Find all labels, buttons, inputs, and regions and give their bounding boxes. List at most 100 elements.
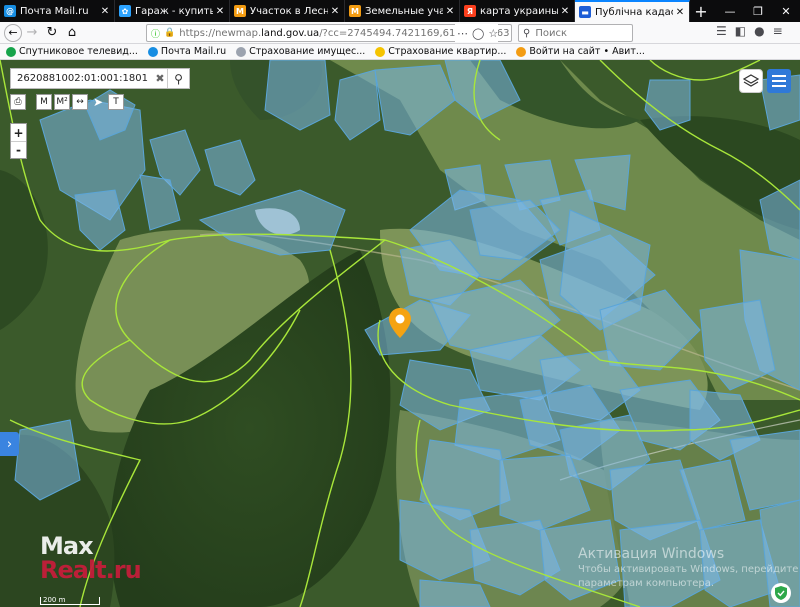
bookmark-favicon-icon <box>147 46 158 57</box>
bookmark-label: Спутниковое телевид... <box>19 46 138 57</box>
tab-title: карта украины кадаст <box>480 5 558 17</box>
activation-line-1: Чтобы активировать Windows, перейдите <box>578 564 799 575</box>
bookmark-label: Почта Mail.ru <box>160 46 227 57</box>
lock-icon: 🔒 <box>164 28 176 38</box>
home-button[interactable]: ⌂ <box>62 23 82 43</box>
browser-tab[interactable]: ▬ Публічна кадастрова к✕ <box>575 0 690 22</box>
tab-title: Почта Mail.ru <box>20 5 89 17</box>
browser-tab[interactable]: M Участок в Лесниках 20✕ <box>230 0 345 22</box>
browser-tab[interactable]: ✿ Гараж - купить, прода✕ <box>115 0 230 22</box>
window-controls: — ❐ ✕ <box>716 0 800 22</box>
zoom-out-button[interactable]: - <box>11 141 26 158</box>
layers-icon <box>743 74 759 87</box>
menu-button[interactable] <box>767 69 791 93</box>
bookmark-label: Страхование имущес... <box>249 46 366 57</box>
search-icon: ⚲ <box>523 27 531 39</box>
watermark-logo: Max Realt.ru <box>40 532 142 584</box>
toolbar-right: ☰ ◧ ● ≡ <box>716 24 783 38</box>
measure-line-icon[interactable]: M <box>36 94 52 110</box>
info-icon[interactable]: ⓘ <box>151 27 160 40</box>
tab-close-icon[interactable]: ✕ <box>445 6 455 17</box>
cadastral-number-value[interactable]: 2620881002:01:001:1801 <box>11 73 153 84</box>
tab-close-icon[interactable]: ✕ <box>560 6 570 17</box>
url-domain: land.gov.ua <box>261 27 320 39</box>
printer-icon[interactable]: ⎙ <box>10 94 26 110</box>
watermark-part-1: Max <box>40 532 94 560</box>
maximize-icon[interactable]: ❐ <box>744 0 772 22</box>
account-icon[interactable]: ● <box>754 24 764 38</box>
menu-icon-bar <box>772 75 786 77</box>
side-panel-toggle[interactable]: › <box>0 432 19 456</box>
bookmark-favicon-icon <box>6 46 16 57</box>
tab-close-icon[interactable]: ✕ <box>215 6 225 17</box>
info-icon[interactable]: T <box>108 94 124 110</box>
menu-icon-bar <box>772 85 786 87</box>
reload-button[interactable]: ↻ <box>42 23 62 43</box>
shield-glyph <box>775 586 787 600</box>
bookmark-item[interactable]: Войти на сайт • Авит... <box>516 46 645 57</box>
zoom-control: + - <box>10 123 27 159</box>
cadastral-number-search[interactable]: 2620881002:01:001:1801 ✖ ⚲ <box>10 68 190 89</box>
watermark-part-2: Realt.ru <box>40 556 142 584</box>
bookmark-label: Войти на сайт • Авит... <box>529 46 645 57</box>
url-actions: ⋯ ◯ ☆ <box>455 24 499 42</box>
app-menu-icon[interactable]: ≡ <box>773 24 783 38</box>
measure-area-icon[interactable]: M² <box>54 94 70 110</box>
menu-icon-bar <box>772 80 786 82</box>
windows-activation-notice: Активация Windows Чтобы активировать Win… <box>578 546 798 590</box>
clear-icon[interactable]: ✖ <box>153 72 167 85</box>
tab-favicon-icon: ✿ <box>119 5 131 17</box>
close-window-icon[interactable]: ✕ <box>772 0 800 22</box>
tab-close-icon[interactable]: ✕ <box>675 7 685 18</box>
tab-favicon-icon: ▬ <box>579 6 591 18</box>
layers-button[interactable] <box>739 69 763 93</box>
bookmark-item[interactable]: Страхование имущес... <box>236 46 365 57</box>
back-button[interactable]: ← <box>4 23 22 42</box>
map-canvas[interactable]: 2620881002:01:001:1801 ✖ ⚲ ⎙ M M² ↔ ➤ T … <box>0 60 800 607</box>
tab-favicon-icon: M <box>234 5 246 17</box>
search-input[interactable]: ⚲ Поиск <box>518 24 633 42</box>
browser-tab[interactable]: @ Почта Mail.ru ✕ <box>0 0 115 22</box>
search-button[interactable]: ⚲ <box>167 69 189 88</box>
bookmark-favicon-icon <box>236 46 247 57</box>
ruler-icon[interactable]: ↔ <box>72 94 88 110</box>
browser-tab[interactable]: M Земельные участки в✕ <box>345 0 460 22</box>
bookmark-item[interactable]: Почта Mail.ru <box>147 46 227 57</box>
map-toolbar: ⎙ M M² ↔ ➤ T <box>10 94 124 110</box>
location-pin-icon[interactable] <box>389 308 411 338</box>
shield-check-icon[interactable] <box>771 583 791 603</box>
bookmark-star-icon[interactable]: ☆ <box>488 27 498 40</box>
new-tab-button[interactable]: + <box>690 0 712 22</box>
bookmark-favicon-icon <box>375 46 386 57</box>
tab-title: Гараж - купить, прода <box>135 5 213 17</box>
search-icon: ⚲ <box>174 71 183 86</box>
tab-close-icon[interactable]: ✕ <box>330 6 340 17</box>
library-icon[interactable]: ☰ <box>716 24 727 38</box>
tab-favicon-icon: Я <box>464 5 476 17</box>
minimize-icon[interactable]: — <box>716 0 744 22</box>
scale-bar: 200 m <box>40 597 100 605</box>
forward-button[interactable]: → <box>22 23 42 43</box>
tab-close-icon[interactable]: ✕ <box>100 6 110 17</box>
tab-title: Земельные участки в <box>365 5 443 17</box>
tab-title: Участок в Лесниках 20 <box>250 5 328 17</box>
zoom-in-button[interactable]: + <box>11 124 26 141</box>
tab-bar: @Почта Mail.ru✕✿Гараж - купить, прода✕MУ… <box>0 0 800 22</box>
pointer-icon[interactable]: ➤ <box>90 94 106 110</box>
bookmark-label: Страхование квартир... <box>388 46 507 57</box>
more-actions-icon[interactable]: ⋯ <box>457 27 468 40</box>
bookmark-item[interactable]: Спутниковое телевид... <box>6 46 138 57</box>
activation-line-2: параметрам компьютера. <box>578 578 715 589</box>
sidebar-icon[interactable]: ◧ <box>735 24 746 38</box>
navigation-bar: ← → ↻ ⌂ ⓘ 🔒 https://newmap. land.gov.ua/?… <box>0 22 800 44</box>
tab-favicon-icon: @ <box>4 5 16 17</box>
pocket-icon[interactable]: ◯ <box>472 27 484 40</box>
search-placeholder: Поиск <box>535 27 568 39</box>
activation-title: Активация Windows <box>578 546 725 562</box>
bookmark-favicon-icon <box>516 46 527 57</box>
bookmarks-bar: Спутниковое телевид... Почта Mail.ru Страх… <box>0 44 800 60</box>
tab-title: Публічна кадастрова к <box>595 6 673 18</box>
bookmark-item[interactable]: Страхование квартир... <box>375 46 506 57</box>
browser-tab[interactable]: Якарта украины кадаст✕ <box>460 0 575 22</box>
